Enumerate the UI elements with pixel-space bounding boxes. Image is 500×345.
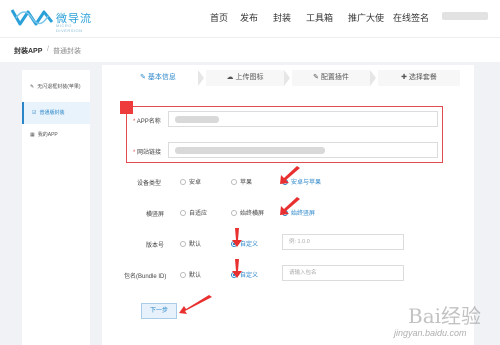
arrow-to-orientation-option-icon [280, 197, 300, 215]
annotation-arrows [179, 166, 300, 314]
watermark-text: Bai经验 [408, 304, 482, 328]
baidu-watermark: Bai经验 jingyan.baidu.com [388, 300, 498, 344]
watermark-url: jingyan.baidu.com [394, 328, 467, 338]
arrow-to-next-button-icon [179, 295, 212, 314]
arrow-to-version-custom-icon [232, 228, 242, 247]
arrow-to-device-option-icon [280, 166, 300, 184]
arrow-to-bundle-custom-icon [232, 259, 242, 278]
